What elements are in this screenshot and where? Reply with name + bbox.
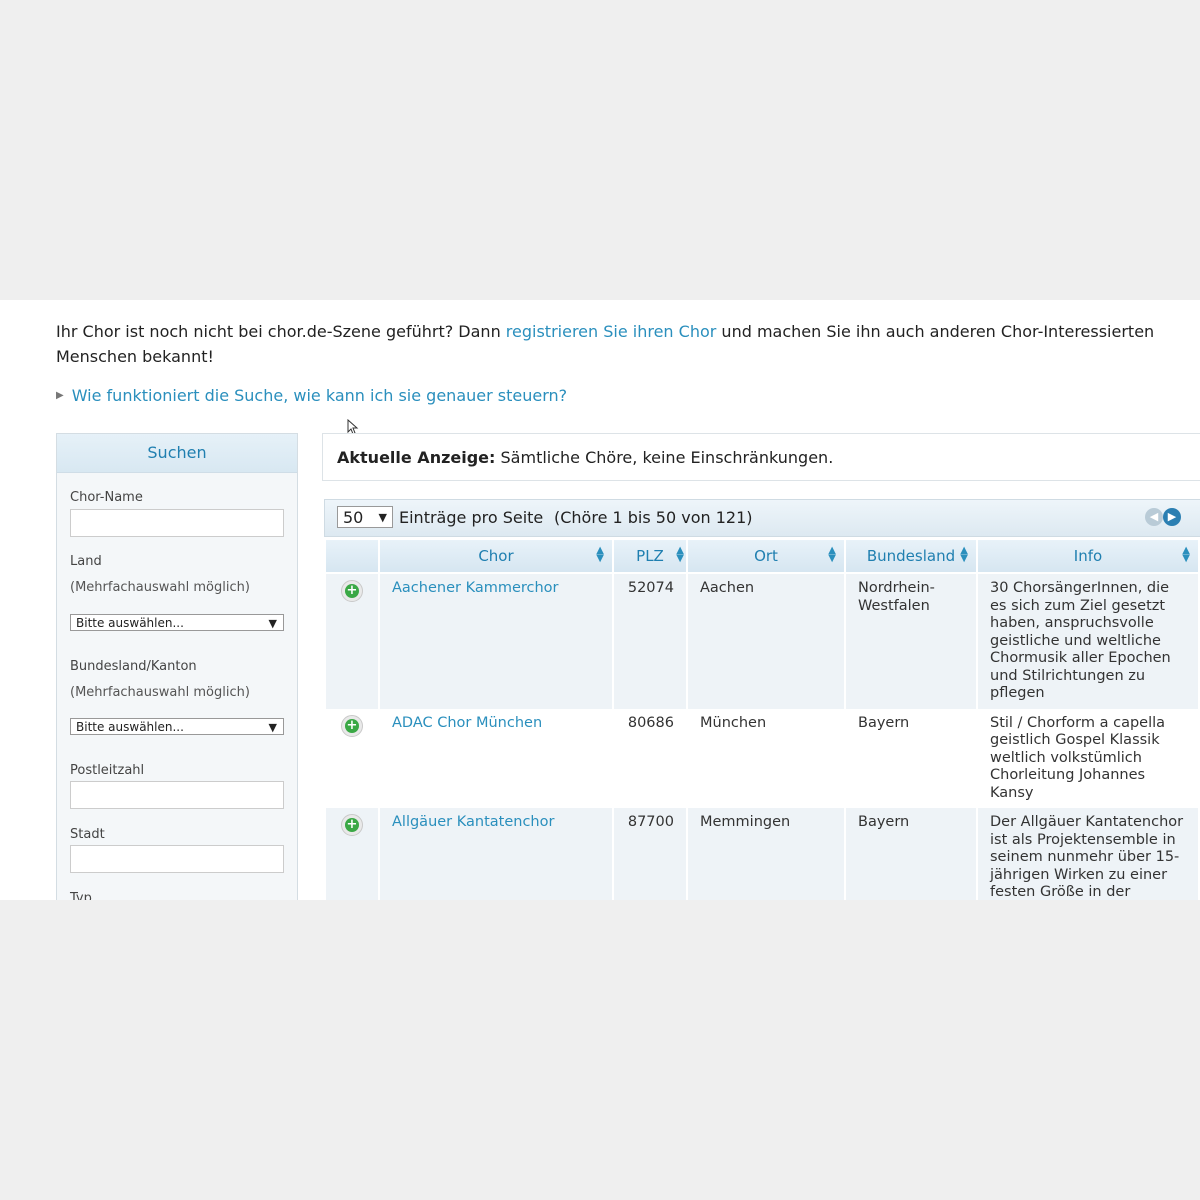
typ-label: Typ	[70, 891, 92, 900]
sort-icon: ▲ ▼	[828, 545, 836, 564]
ort-cell: Memmingen	[688, 808, 844, 900]
ort-cell: München	[688, 708, 844, 808]
plz-cell: 52074	[614, 574, 686, 709]
column-header-plz-label: PLZ	[636, 547, 664, 565]
per-page-label: Einträge pro Seite	[399, 508, 544, 527]
land-select[interactable]: Bitte auswählen... ▼	[70, 614, 284, 631]
intro-text-before: Ihr Chor ist noch nicht bei chor.de-Szen…	[56, 322, 506, 341]
add-cell	[326, 808, 378, 900]
arrow-right-icon: ▶	[1167, 510, 1177, 523]
bundesland-label: Bundesland/Kanton	[70, 659, 197, 674]
previous-page-button[interactable]: ◀	[1145, 508, 1163, 526]
column-header-ort-label: Ort	[754, 547, 778, 565]
result-range: (Chöre 1 bis 50 von 121)	[554, 508, 753, 527]
stadt-input[interactable]	[70, 845, 284, 873]
dropdown-arrow-icon: ▼	[268, 721, 277, 734]
column-header-bundesland-label: Bundesland	[866, 547, 956, 565]
table-row: ADAC Chor München 80686 München Bayern S…	[326, 708, 1198, 808]
bundesland-cell: Nordrhein-Westfalen	[846, 574, 976, 709]
column-header-plz[interactable]: PLZ ▲ ▼	[614, 540, 686, 574]
bundesland-hint: (Mehrfachauswahl möglich)	[70, 685, 250, 700]
chor-link[interactable]: ADAC Chor München	[392, 715, 542, 731]
register-choir-link[interactable]: registrieren Sie ihren Chor	[506, 322, 717, 341]
sort-icon: ▲ ▼	[1182, 545, 1190, 564]
page-content: Ihr Chor ist noch nicht bei chor.de-Szen…	[0, 300, 1200, 900]
dropdown-arrow-icon: ▼	[378, 511, 387, 524]
info-cell: Stil / Chorform a capella geistlich Gosp…	[978, 708, 1198, 808]
column-header-info[interactable]: Info ▲ ▼	[978, 540, 1198, 574]
results-toolbar: 50 ▼ Einträge pro Seite (Chöre 1 bis 50 …	[324, 499, 1200, 537]
add-cell	[326, 708, 378, 808]
sort-icon: ▲ ▼	[960, 545, 968, 564]
column-header-chor-label: Chor	[478, 547, 514, 565]
land-hint: (Mehrfachauswahl möglich)	[70, 580, 250, 595]
chor-name-input[interactable]	[70, 509, 284, 537]
chor-name-label: Chor-Name	[70, 490, 143, 505]
search-panel-title: Suchen	[57, 434, 297, 473]
chor-link[interactable]: Allgäuer Kantatenchor	[392, 814, 554, 830]
postleitzahl-input[interactable]	[70, 781, 284, 809]
column-header-chor[interactable]: Chor ▲ ▼	[380, 540, 612, 574]
add-icon[interactable]	[341, 714, 363, 737]
sort-icon: ▲ ▼	[676, 545, 684, 564]
cut-off-text	[56, 300, 556, 304]
add-cell	[326, 574, 378, 709]
bundesland-select[interactable]: Bitte auswählen... ▼	[70, 718, 284, 735]
chor-cell: ADAC Chor München	[380, 708, 612, 808]
current-filter-label: Aktuelle Anzeige:	[337, 448, 496, 467]
plz-cell: 87700	[614, 808, 686, 900]
add-icon[interactable]	[341, 580, 363, 602]
current-filter-value: Sämtliche Chöre, keine Einschränkungen.	[495, 448, 834, 467]
column-header-add	[326, 540, 378, 574]
dropdown-arrow-icon: ▼	[268, 617, 277, 630]
results-table: Chor▲▼ PLZ▲▼ Ort▲▼ Bundesland▲▼ Info▲▼ A…	[324, 540, 1200, 900]
per-page-select[interactable]: 50 ▼	[337, 506, 393, 528]
next-page-button[interactable]: ▶	[1163, 508, 1181, 526]
disclosure-triangle-icon: ▶	[56, 390, 64, 401]
bundesland-cell: Bayern	[846, 708, 976, 808]
info-cell: Der Allgäuer Kantatenchor ist als Projek…	[978, 808, 1198, 900]
sort-icon: ▲ ▼	[596, 545, 604, 564]
chor-cell: Allgäuer Kantatenchor	[380, 808, 612, 900]
search-panel: Suchen Chor-Name Land (Mehrfachauswahl m…	[56, 433, 298, 900]
chor-link[interactable]: Aachener Kammerchor	[392, 580, 559, 596]
ort-cell: Aachen	[688, 574, 844, 709]
per-page-value: 50	[343, 508, 364, 527]
land-label: Land	[70, 554, 102, 569]
bundesland-cell: Bayern	[846, 808, 976, 900]
column-header-info-label: Info	[1073, 547, 1103, 565]
arrow-left-icon: ◀	[1149, 510, 1159, 523]
table-header-row: Chor ▲ ▼ PLZ ▲ ▼ Ort ▲ ▼ Bundesland ▲ ▼ Info ▲ ▼	[326, 540, 1198, 574]
search-help-toggle[interactable]: ▶ Wie funktioniert die Suche, wie kann i…	[56, 386, 567, 405]
add-icon[interactable]	[341, 814, 363, 836]
column-header-bundesland[interactable]: Bundesland ▲ ▼	[846, 540, 976, 574]
current-filter-display: Aktuelle Anzeige: Sämtliche Chöre, keine…	[322, 433, 1200, 481]
land-select-value: Bitte auswählen...	[76, 616, 184, 630]
chor-cell: Aachener Kammerchor	[380, 574, 612, 709]
plz-cell: 80686	[614, 708, 686, 808]
intro-paragraph: Ihr Chor ist noch nicht bei chor.de-Szen…	[56, 319, 1200, 369]
table-row: Allgäuer Kantatenchor 87700 Memmingen Ba…	[326, 808, 1198, 900]
stadt-label: Stadt	[70, 827, 105, 842]
bundesland-select-value: Bitte auswählen...	[76, 720, 184, 734]
search-help-label: Wie funktioniert die Suche, wie kann ich…	[71, 386, 568, 405]
info-cell: 30 ChorsängerInnen, die es sich zum Ziel…	[978, 574, 1198, 709]
table-row: Aachener Kammerchor 52074 Aachen Nordrhe…	[326, 574, 1198, 709]
column-header-ort[interactable]: Ort ▲ ▼	[688, 540, 844, 574]
postleitzahl-label: Postleitzahl	[70, 763, 145, 778]
